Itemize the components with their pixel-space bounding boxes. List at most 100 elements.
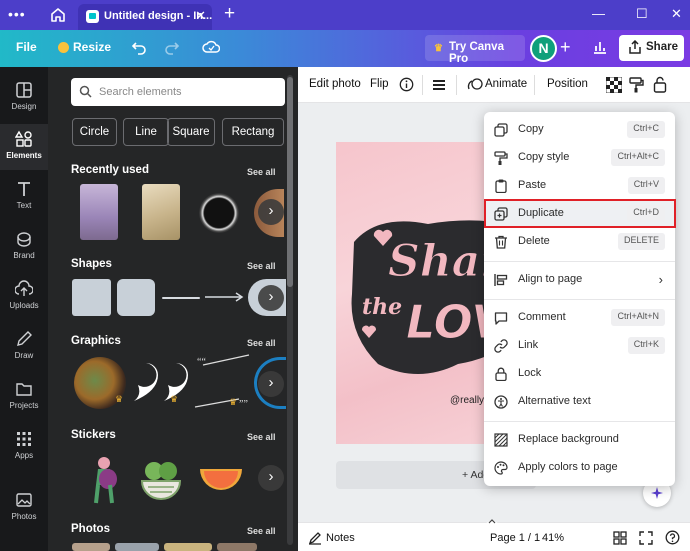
avatar[interactable]: N (530, 35, 557, 62)
menu-item-replace-background[interactable]: Replace background (484, 426, 675, 454)
animate-icon[interactable] (467, 77, 483, 93)
graphic-quote-lines[interactable]: ““ ”” (193, 351, 253, 411)
shape-square[interactable] (72, 279, 111, 316)
rail-item-photos[interactable]: Photos (0, 485, 48, 531)
shape-rounded-square[interactable] (117, 279, 155, 316)
home-icon[interactable] (49, 6, 67, 24)
fullscreen-icon[interactable] (639, 531, 653, 545)
recent-thumbnail-person[interactable] (142, 184, 180, 240)
see-all-link[interactable]: See all (247, 261, 276, 271)
see-all-link[interactable]: See all (247, 338, 276, 348)
recent-thumbnail-balloons[interactable] (80, 184, 118, 240)
info-icon[interactable] (399, 77, 414, 92)
rail-item-elements[interactable]: Elements (0, 124, 48, 170)
rail-item-projects[interactable]: Projects (0, 374, 48, 420)
animate-button[interactable]: Animate (485, 78, 527, 90)
see-all-link[interactable]: See all (247, 167, 276, 177)
menu-item-delete[interactable]: Delete DELETE (484, 228, 675, 256)
shortcut-badge: Ctrl+Alt+N (611, 309, 665, 326)
chip-square[interactable]: Square (167, 118, 215, 146)
crown-icon: ♛ (229, 397, 238, 407)
search-input[interactable]: Search elements (71, 78, 285, 106)
help-icon[interactable] (665, 530, 680, 545)
share-button[interactable]: Share (619, 35, 684, 61)
svg-text:the: the (362, 294, 402, 320)
menu-item-label: Replace background (518, 433, 619, 445)
transparency-icon[interactable] (606, 77, 622, 93)
chip-circle[interactable]: Circle (72, 118, 117, 146)
menu-item-apply-colors[interactable]: Apply colors to page (484, 454, 675, 482)
browser-menu-icon[interactable]: ••• (8, 6, 26, 22)
menu-item-alternative-text[interactable]: Alternative text (484, 388, 675, 416)
resize-button[interactable]: Resize (73, 40, 111, 54)
see-all-link[interactable]: See all (247, 432, 276, 442)
see-all-link[interactable]: See all (247, 526, 276, 536)
new-tab-icon[interactable]: + (224, 3, 235, 25)
maximize-icon[interactable]: ☐ (636, 6, 648, 22)
chip-line[interactable]: Line (123, 118, 169, 146)
minimize-icon[interactable]: — (592, 6, 605, 21)
photo-thumbnail[interactable] (217, 543, 257, 551)
highlight-annotation-box (484, 199, 676, 228)
menu-item-comment[interactable]: Comment Ctrl+Alt+N (484, 304, 675, 332)
toolbar-divider (534, 75, 535, 95)
scroll-right-icon[interactable]: › (258, 199, 284, 225)
file-menu-button[interactable]: File (16, 40, 37, 54)
rail-item-text[interactable]: Text (0, 174, 48, 220)
border-style-icon[interactable] (432, 78, 446, 92)
edit-photo-button[interactable]: Edit photo (309, 78, 361, 90)
rail-item-apps[interactable]: Apps (0, 424, 48, 470)
paint-roller-icon[interactable] (629, 77, 644, 93)
notes-icon[interactable] (308, 531, 322, 545)
menu-item-copy-style[interactable]: Copy style Ctrl+Alt+C (484, 144, 675, 172)
add-collaborator-icon[interactable]: + (560, 37, 571, 58)
try-canva-pro-button[interactable]: ♛ Try Canva Pro (425, 35, 525, 65)
text-icon (18, 182, 30, 196)
rail-label: Apps (14, 451, 34, 460)
menu-item-lock[interactable]: Lock (484, 360, 675, 388)
scroll-right-icon[interactable]: › (258, 285, 284, 311)
shape-line[interactable] (162, 297, 200, 299)
flip-button[interactable]: Flip (370, 78, 389, 90)
grid-view-icon[interactable] (613, 531, 627, 545)
lock-icon[interactable] (653, 76, 667, 93)
zoom-level[interactable]: 41% (542, 532, 564, 544)
menu-item-link[interactable]: Link Ctrl+K (484, 332, 675, 360)
chip-rectangle[interactable]: Rectang (222, 118, 284, 146)
photo-thumbnail[interactable] (115, 543, 159, 551)
tab-close-icon[interactable]: ✕ (195, 8, 206, 24)
cloud-sync-icon[interactable] (202, 39, 220, 55)
panel-scrollbar[interactable] (287, 75, 293, 545)
rail-item-brand[interactable]: Brand (0, 224, 48, 270)
scroll-right-icon[interactable]: › (258, 465, 284, 491)
shape-arrow[interactable] (205, 291, 245, 303)
graphic-quotation-mark[interactable] (132, 361, 190, 403)
page-indicator[interactable]: Page 1 / 1 (490, 532, 540, 544)
menu-item-label: Alternative text (518, 395, 591, 407)
browser-tab[interactable]: Untitled design - In... ✕ (78, 4, 212, 30)
window-close-icon[interactable]: ✕ (671, 6, 682, 22)
left-rail: Design Elements Text Brand Uploads Draw … (0, 67, 48, 551)
position-button[interactable]: Position (547, 78, 588, 90)
recent-thumbnail-ring[interactable] (199, 193, 239, 233)
scroll-right-icon[interactable]: › (258, 371, 284, 397)
menu-item-copy[interactable]: Copy Ctrl+C (484, 116, 675, 144)
redo-icon[interactable] (164, 39, 180, 55)
shortcut-badge: Ctrl+K (627, 337, 665, 354)
menu-item-align-to-page[interactable]: Align to page › (484, 266, 675, 294)
sticker-salad-bowl[interactable] (138, 459, 184, 501)
rail-label: Brand (13, 251, 35, 260)
undo-icon[interactable] (131, 39, 147, 55)
sticker-watermelon[interactable] (198, 465, 244, 493)
insights-icon[interactable] (592, 39, 608, 55)
rail-item-design[interactable]: Design (0, 75, 48, 121)
photo-thumbnail[interactable] (164, 543, 212, 551)
notes-button[interactable]: Notes (326, 532, 355, 544)
rail-item-draw[interactable]: Draw (0, 324, 48, 370)
chevron-up-icon[interactable] (484, 517, 500, 525)
elements-panel: Search elements Circle Line Square Recta… (48, 67, 298, 551)
rail-item-uploads[interactable]: Uploads (0, 274, 48, 320)
menu-item-paste[interactable]: Paste Ctrl+V (484, 172, 675, 200)
sticker-person-eggplant[interactable] (84, 455, 124, 505)
photo-thumbnail[interactable] (72, 543, 110, 551)
